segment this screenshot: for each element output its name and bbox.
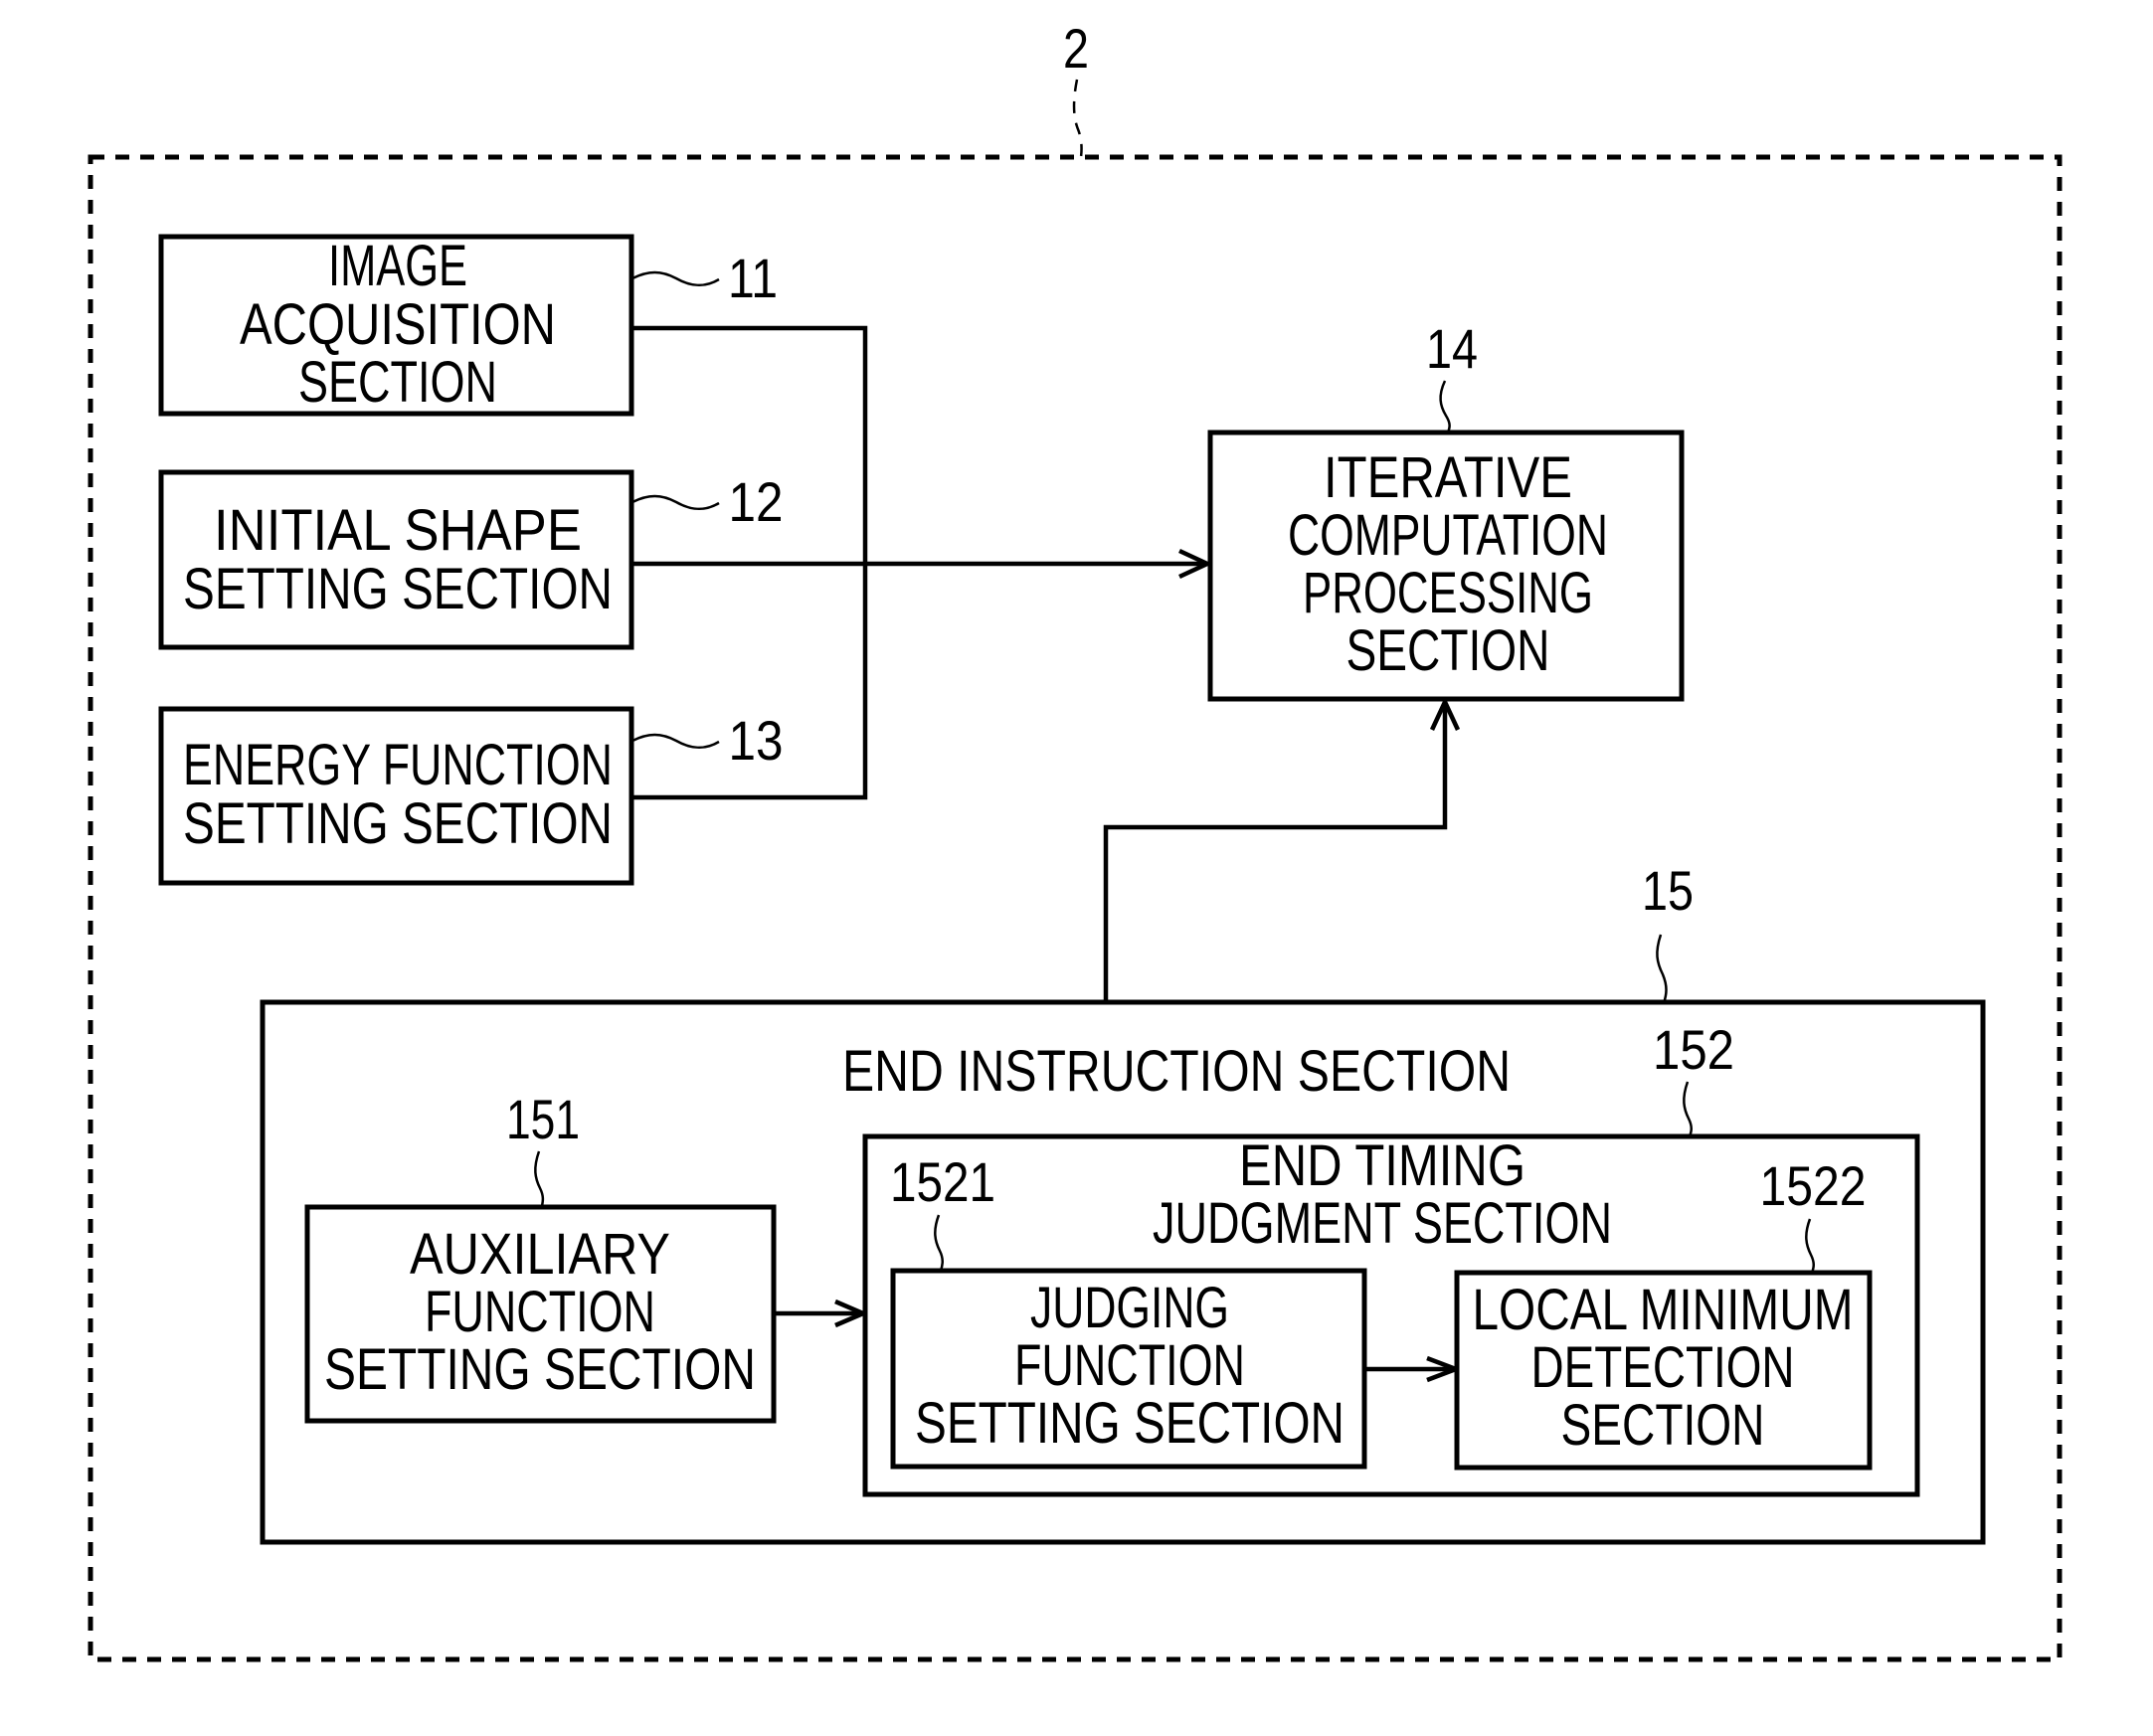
block-text-line: ENERGY FUNCTION [183, 733, 613, 797]
block-text-line: SETTING SECTION [324, 1337, 756, 1402]
ref-label-152: 152 [1653, 1018, 1734, 1081]
ref-label-1522: 1522 [1760, 1154, 1867, 1217]
block-text-line: ITERATIVE [1324, 445, 1572, 510]
block-text-line: SECTION [1346, 618, 1550, 683]
block-text-line: JUDGMENT SECTION [1153, 1191, 1612, 1256]
block-text-line: DETECTION [1531, 1335, 1795, 1400]
ref-leader-11 [631, 270, 720, 287]
block-text-line: FUNCTION [1014, 1333, 1245, 1398]
block-text-line: INITIAL SHAPE [214, 498, 582, 563]
system-ref-label: 2 [1063, 17, 1089, 80]
ref-label-11: 11 [728, 247, 778, 309]
block-iterative-computation[interactable]: ITERATIVE COMPUTATION PROCESSING SECTION [1207, 430, 1685, 702]
block-auxiliary-function[interactable]: AUXILIARY FUNCTION SETTING SECTION [304, 1204, 777, 1424]
ref-label-13: 13 [729, 709, 784, 772]
ref-label-14: 14 [1426, 317, 1478, 380]
block-image-acquisition[interactable]: IMAGE ACQUISITION SECTION [158, 234, 634, 417]
ref-leader-12 [631, 494, 720, 511]
block-text-line: SETTING SECTION [915, 1391, 1345, 1456]
block-text-line: LOCAL MINIMUM [1473, 1278, 1854, 1342]
block-title: END INSTRUCTION SECTION [842, 1039, 1511, 1104]
block-text-line: PROCESSING [1303, 561, 1593, 625]
block-text-line: JUDGING [1030, 1276, 1229, 1340]
wire-end-instruction [1103, 704, 1448, 1002]
block-text-line: AUXILIARY [410, 1222, 670, 1287]
ref-leader-15 [1656, 934, 1668, 1004]
block-judging-function[interactable]: JUDGING FUNCTION SETTING SECTION [890, 1268, 1367, 1470]
ref-leader-13 [631, 733, 720, 750]
block-text-line: END TIMING [1239, 1133, 1525, 1198]
system-ref-leader [1072, 79, 1083, 158]
block-text-line: IMAGE [328, 234, 467, 298]
block-text-line: SECTION [1561, 1393, 1765, 1458]
ref-label-12: 12 [729, 470, 784, 533]
block-text-line: COMPUTATION [1288, 503, 1608, 568]
block-energy-function[interactable]: ENERGY FUNCTION SETTING SECTION [158, 706, 634, 886]
block-text-line: ACQUISITION [240, 292, 556, 357]
block-initial-shape[interactable]: INITIAL SHAPE SETTING SECTION [158, 469, 634, 650]
block-text-line: FUNCTION [425, 1280, 655, 1344]
block-text-line: SECTION [298, 350, 497, 415]
block-diagram: 2 IMAGE ACQUISITION SECTION 11 INITIAL S… [88, 17, 2063, 1662]
ref-label-1521: 1521 [890, 1150, 995, 1213]
block-text-line: SETTING SECTION [183, 791, 613, 856]
ref-leader-14 [1439, 380, 1451, 434]
block-text-line: SETTING SECTION [183, 557, 613, 621]
ref-label-15: 15 [1642, 859, 1694, 922]
ref-label-151: 151 [506, 1088, 580, 1150]
block-local-minimum[interactable]: LOCAL MINIMUM DETECTION SECTION [1454, 1270, 1873, 1471]
